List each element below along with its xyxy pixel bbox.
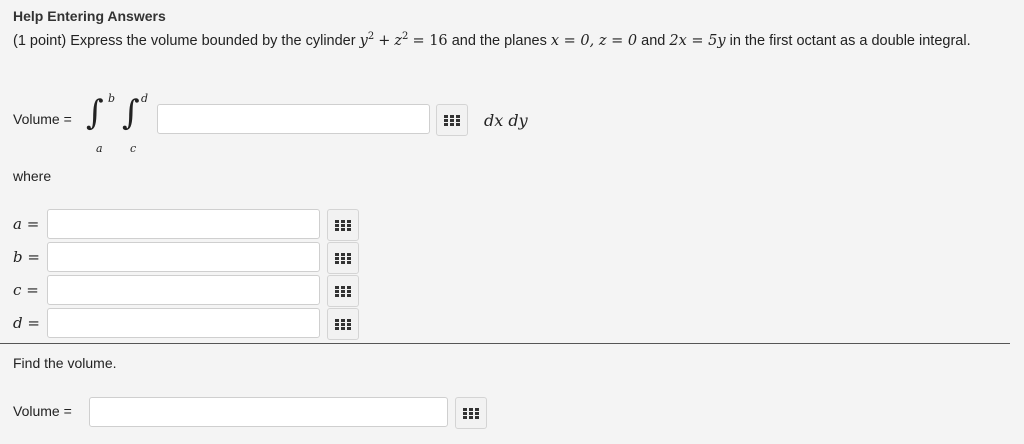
math-exp: 2 — [367, 31, 375, 43]
integral-sign: ∫ — [122, 93, 140, 133]
section-divider — [0, 343, 1010, 344]
math-plus: + — [378, 33, 391, 49]
math-y: y — [359, 33, 368, 49]
b-input[interactable] — [47, 242, 320, 272]
help-entering-answers-link[interactable]: Help Entering Answers — [13, 8, 166, 24]
problem-text-1: Express the volume bounded by the cylind… — [70, 33, 356, 49]
differentials: dx dy — [484, 111, 528, 130]
volume-label: Volume = — [13, 111, 72, 127]
math-eq16: = 16 — [412, 33, 448, 49]
problem-statement: (1 point) Express the volume bounded by … — [13, 31, 1003, 52]
equation-editor-button[interactable] — [327, 242, 359, 274]
inner-upper-limit: d — [141, 92, 149, 105]
equation-editor-icon — [335, 318, 351, 330]
problem-text-3: and — [641, 33, 666, 49]
var-b-label: b = — [13, 248, 40, 266]
equation-editor-button[interactable] — [327, 209, 359, 241]
volume-label-2: Volume = — [13, 403, 72, 419]
inner-lower-limit: c — [130, 142, 137, 155]
c-input[interactable] — [47, 275, 320, 305]
equation-editor-button[interactable] — [455, 397, 487, 429]
math-planes: x = 0, z = 0 — [550, 33, 638, 49]
outer-upper-limit: b — [108, 92, 116, 105]
equation-editor-button[interactable] — [327, 308, 359, 340]
outer-lower-limit: a — [96, 142, 103, 155]
outer-integral: ∫ — [86, 96, 104, 130]
equation-editor-icon — [463, 407, 479, 419]
math-exp: 2 — [402, 31, 409, 43]
var-c-label: c = — [13, 281, 39, 299]
a-input[interactable] — [47, 209, 320, 239]
equation-editor-button[interactable] — [327, 275, 359, 307]
equation-editor-icon — [444, 114, 460, 126]
var-a-label: a = — [13, 215, 40, 233]
find-volume-label: Find the volume. — [13, 355, 117, 371]
integral-sign: ∫ — [86, 93, 104, 133]
math-plane: 2x = 5y — [669, 33, 726, 49]
problem-text-4: in the first octant as a double integral… — [729, 33, 971, 49]
equation-editor-icon — [335, 285, 351, 297]
var-d-label: d = — [13, 314, 40, 332]
problem-text-2: and the planes — [451, 33, 547, 49]
points-label: (1 point) — [13, 33, 67, 49]
volume-input[interactable] — [89, 397, 448, 427]
inner-integral: ∫ — [122, 96, 140, 130]
equation-editor-button[interactable] — [436, 104, 468, 136]
where-label: where — [13, 168, 52, 184]
integrand-input[interactable] — [157, 104, 430, 134]
equation-editor-icon — [335, 252, 351, 264]
equation-editor-icon — [335, 219, 351, 231]
math-z: z — [394, 33, 403, 49]
d-input[interactable] — [47, 308, 320, 338]
